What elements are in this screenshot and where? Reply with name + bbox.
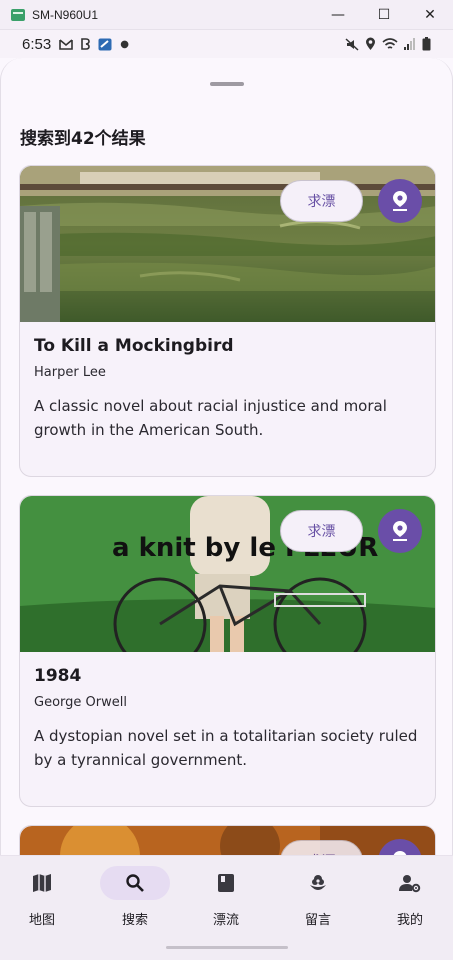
nav-label: 地图 [28, 913, 55, 928]
window-title: SM-N960U1 [32, 7, 99, 22]
maximize-button[interactable]: ☐ [361, 0, 407, 30]
nav-label: 搜索 [121, 913, 148, 928]
book-cover-image: a knit by le FLEUR [20, 496, 435, 652]
drag-handle[interactable] [210, 82, 244, 86]
home-indicator[interactable] [166, 946, 288, 949]
profile-settings-icon [399, 875, 421, 893]
status-right-icons [345, 37, 431, 51]
app-window: SM-N960U1 — ☐ ✕ 6:53 ● 搜索到42个结果 求漂 To Ki… [0, 0, 453, 960]
book-author: George Orwell [34, 695, 127, 710]
mute-icon [345, 37, 359, 51]
lake-scene-image [20, 166, 435, 322]
request-drift-button[interactable]: 求漂 [280, 510, 363, 552]
location-icon [366, 37, 375, 50]
wifi-icon [382, 37, 398, 49]
nav-label: 漂流 [212, 913, 239, 928]
nav-indicator [283, 866, 353, 900]
bicycle-scene-image: a knit by le FLEUR [20, 496, 435, 652]
nav-indicator [7, 866, 77, 900]
nav-item-drift[interactable]: 漂流 [190, 866, 262, 936]
nav-item-message[interactable]: 留言 [282, 866, 354, 936]
nav-item-profile[interactable]: 我的 [374, 866, 446, 936]
results-count-title: 搜索到42个结果 [20, 129, 146, 149]
status-time: 6:53 [22, 35, 52, 53]
card-body: 1984 George Orwell A dystopian novel set… [34, 666, 421, 772]
book-description: A classic novel about racial injustice a… [34, 397, 387, 439]
close-button[interactable]: ✕ [407, 0, 453, 30]
status-bar: 6:53 ● [0, 30, 453, 58]
book-cover-image [20, 166, 435, 322]
location-pin-button[interactable] [378, 179, 422, 223]
signal-icon [404, 38, 415, 50]
nav-item-map[interactable]: 地图 [6, 866, 78, 936]
app-icon [98, 38, 112, 50]
nav-indicator [191, 866, 261, 900]
nav-label: 我的 [396, 913, 423, 928]
flower-icon [310, 875, 326, 890]
window-controls: — ☐ ✕ [315, 0, 453, 30]
location-pin-icon [393, 521, 407, 541]
status-left-icons: ● [59, 38, 129, 51]
battery-icon [422, 37, 431, 51]
map-icon [33, 874, 51, 892]
book-author: Harper Lee [34, 365, 106, 380]
book-title: To Kill a Mockingbird [34, 336, 234, 356]
b-icon [81, 38, 91, 50]
book-description: A dystopian novel set in a totalitarian … [34, 727, 418, 769]
nav-indicator [375, 866, 445, 900]
window-titlebar: SM-N960U1 — ☐ ✕ [0, 0, 453, 30]
book-card[interactable]: 求漂 To Kill a Mockingbird Harper Lee A cl… [19, 165, 436, 477]
minimize-button[interactable]: — [315, 0, 361, 30]
results-sheet: 搜索到42个结果 求漂 To Kill a Mockingbird Harper… [0, 58, 453, 885]
nav-indicator [100, 866, 170, 900]
location-pin-icon [393, 191, 407, 211]
dot-icon: ● [120, 38, 129, 50]
book-card[interactable]: a knit by le FLEUR 求漂 1984 George Orwell… [19, 495, 436, 807]
bottom-navigation: 地图 搜索 漂流 留言 我的 [0, 855, 453, 960]
app-icon [11, 8, 25, 21]
book-title: 1984 [34, 666, 82, 686]
gmail-icon [59, 38, 74, 50]
nav-item-search[interactable]: 搜索 [99, 866, 171, 936]
card-body: To Kill a Mockingbird Harper Lee A class… [34, 336, 421, 442]
nav-label: 留言 [304, 913, 331, 928]
location-pin-button[interactable] [378, 509, 422, 553]
book-icon [218, 874, 234, 892]
search-icon [126, 874, 144, 892]
request-drift-button[interactable]: 求漂 [280, 180, 363, 222]
